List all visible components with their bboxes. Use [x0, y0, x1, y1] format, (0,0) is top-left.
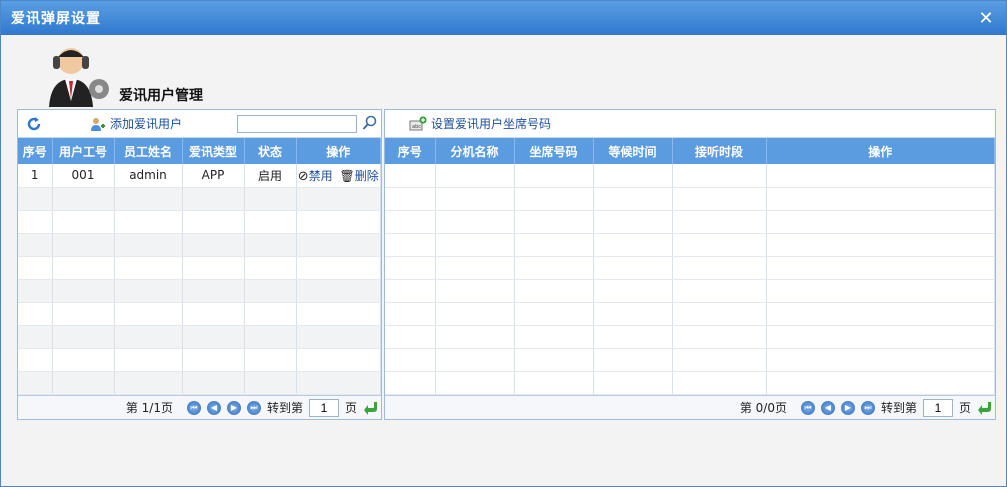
- cell-operations: ⊘禁用 🗑删除: [296, 164, 381, 188]
- header-area: 爱讯用户管理: [41, 41, 341, 107]
- first-page-icon[interactable]: ⏮: [800, 400, 815, 415]
- go-arrow-icon[interactable]: [363, 400, 379, 416]
- table-row: [18, 210, 381, 234]
- refresh-icon[interactable]: [26, 116, 42, 132]
- first-page-icon[interactable]: ⏮: [186, 400, 201, 415]
- close-icon[interactable]: ✕: [976, 8, 996, 29]
- set-seat-icon: abc: [409, 116, 427, 130]
- set-seat-button[interactable]: abc 设置爱讯用户坐席号码: [409, 115, 551, 132]
- cell-name: admin: [114, 164, 183, 188]
- table-row: [385, 348, 995, 372]
- column-header[interactable]: 等候时间: [593, 138, 673, 164]
- table-row: [385, 164, 995, 188]
- seat-pager: 第 0/0页 ⏮ ◀ ▶ ⏭ 转到第 页: [385, 395, 995, 419]
- seat-toolbar: abc 设置爱讯用户坐席号码: [385, 110, 995, 138]
- set-seat-label: 设置爱讯用户坐席号码: [431, 117, 552, 131]
- table-row: [385, 302, 995, 326]
- page-info: 第 0/0页: [739, 401, 787, 415]
- column-header[interactable]: 序号: [385, 138, 436, 164]
- goto-label: 转到第: [266, 401, 303, 415]
- table-row: [18, 325, 381, 349]
- table-row: [385, 279, 995, 303]
- disable-icon[interactable]: ⊘: [298, 169, 309, 184]
- column-header[interactable]: 员工姓名: [114, 138, 183, 164]
- prev-page-icon[interactable]: ◀: [820, 400, 835, 415]
- column-header[interactable]: 分机名称: [435, 138, 515, 164]
- table-row: [18, 302, 381, 326]
- user-pager: 第 1/1页 ⏮ ◀ ▶ ⏭ 转到第 页: [18, 395, 381, 419]
- table-row: [385, 325, 995, 349]
- cell-status: 启用: [244, 164, 297, 188]
- page-number-input[interactable]: [308, 398, 339, 417]
- go-arrow-icon[interactable]: [977, 400, 993, 416]
- page-unit-label: 页: [958, 401, 971, 415]
- column-header[interactable]: 序号: [18, 138, 53, 164]
- column-header[interactable]: 爱讯类型: [182, 138, 245, 164]
- goto-label: 转到第: [880, 401, 917, 415]
- dialog-window: 爱讯弹屏设置 ✕ 爱讯用户管理 添加爱讯用户 序号 用户工号 员工姓名 爱讯类型…: [0, 0, 1007, 487]
- page-unit-label: 页: [344, 401, 357, 415]
- table-row: [18, 348, 381, 372]
- svg-text:abc: abc: [412, 124, 421, 130]
- table-row: [385, 233, 995, 257]
- next-page-icon[interactable]: ▶: [840, 400, 855, 415]
- search-icon[interactable]: [362, 115, 378, 131]
- titlebar: 爱讯弹屏设置 ✕: [1, 1, 1006, 35]
- seat-table: 序号 分机名称 坐席号码 等候时间 接听时段 操作: [385, 138, 995, 395]
- page-title: 爱讯用户管理: [119, 88, 203, 104]
- seat-panel: abc 设置爱讯用户坐席号码 序号 分机名称 坐席号码 等候时间 接听时段 操作: [384, 109, 996, 420]
- column-header[interactable]: 接听时段: [672, 138, 767, 164]
- cell-type: APP: [182, 164, 245, 188]
- table-row[interactable]: 1 001 admin APP 启用 ⊘禁用 🗑删除: [18, 164, 381, 188]
- user-toolbar: 添加爱讯用户: [18, 110, 381, 138]
- disable-link[interactable]: 禁用: [309, 169, 333, 183]
- next-page-icon[interactable]: ▶: [226, 400, 241, 415]
- search-input[interactable]: [237, 115, 357, 133]
- trash-icon[interactable]: 🗑: [340, 169, 355, 183]
- table-row: [18, 187, 381, 211]
- prev-page-icon[interactable]: ◀: [206, 400, 221, 415]
- table-row: [18, 256, 381, 280]
- add-user-label: 添加爱讯用户: [110, 117, 183, 131]
- add-user-button[interactable]: 添加爱讯用户: [90, 115, 182, 132]
- column-header[interactable]: 用户工号: [52, 138, 115, 164]
- last-page-icon[interactable]: ⏭: [246, 400, 261, 415]
- page-number-input[interactable]: [922, 398, 953, 417]
- support-agent-icon: [49, 48, 109, 107]
- user-table: 序号 用户工号 员工姓名 爱讯类型 状态 操作 1 001 admin APP …: [18, 138, 381, 395]
- delete-link[interactable]: 删除: [355, 169, 379, 183]
- page-info: 第 1/1页: [125, 401, 173, 415]
- column-header[interactable]: 操作: [766, 138, 995, 164]
- table-row: [385, 371, 995, 395]
- cell-user-id: 001: [52, 164, 115, 188]
- window-title: 爱讯弹屏设置: [11, 11, 101, 27]
- column-header[interactable]: 坐席号码: [514, 138, 594, 164]
- table-row: [385, 256, 995, 280]
- user-panel: 添加爱讯用户 序号 用户工号 员工姓名 爱讯类型 状态 操作 1 001 adm…: [17, 109, 382, 420]
- table-row: [385, 187, 995, 211]
- table-row: [385, 210, 995, 234]
- column-header[interactable]: 操作: [296, 138, 381, 164]
- column-header[interactable]: 状态: [244, 138, 297, 164]
- cell-index: 1: [18, 164, 53, 188]
- table-row: [18, 233, 381, 257]
- last-page-icon[interactable]: ⏭: [860, 400, 875, 415]
- table-row: [18, 371, 381, 395]
- table-row: [18, 279, 381, 303]
- add-user-icon: [91, 117, 105, 131]
